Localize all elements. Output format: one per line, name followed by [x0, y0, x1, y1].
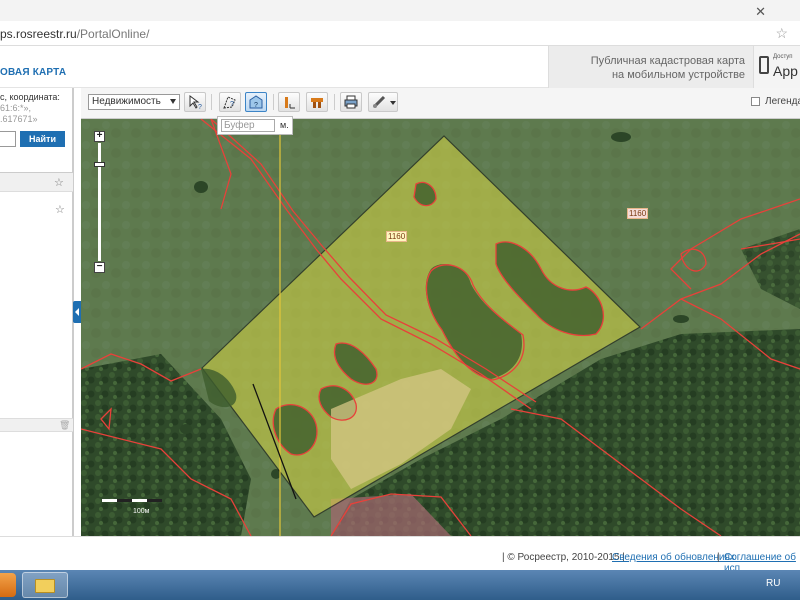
scale-label: 100м [133, 508, 150, 515]
cursor-question-icon: ? [189, 95, 202, 110]
map-toolbar: Недвижимость ? ? ? Легенда [81, 88, 800, 119]
zoom-track[interactable] [98, 143, 101, 261]
site-header: ОВАЯ КАРТА Публичная кадастровая карта н… [0, 46, 800, 88]
mobile-banner-line2: на мобильном устройстве [611, 69, 745, 81]
chevron-down-icon [170, 99, 176, 104]
page-title: ОВАЯ КАРТА [0, 67, 67, 78]
favorite-star-icon[interactable]: ☆ [54, 176, 64, 189]
svg-text:?: ? [254, 102, 258, 109]
favorite-star-icon[interactable]: ☆ [55, 203, 65, 216]
zoom-control: + − [94, 131, 105, 273]
zoom-slider-handle[interactable] [94, 162, 105, 167]
building-tool-button[interactable] [306, 92, 328, 112]
copyright-text: | © Росреестр, 2010-2015 | [502, 552, 625, 563]
collapse-panel-button[interactable] [73, 301, 81, 323]
buffer-input[interactable]: Буфер [221, 119, 275, 132]
svg-text:?: ? [230, 101, 234, 108]
print-button[interactable] [340, 92, 362, 112]
measure-tool-button[interactable] [278, 92, 300, 112]
phone-icon [759, 56, 769, 74]
start-button[interactable] [0, 573, 16, 597]
printer-icon [344, 95, 358, 109]
appstore-small-text: Доступ [773, 54, 793, 60]
appstore-text: App [773, 63, 798, 79]
buffer-popup: Буфер м. [217, 116, 293, 135]
identify-tool-button[interactable]: ? [184, 92, 206, 112]
layer-select-value: Недвижимость [92, 96, 161, 107]
legend-label: Легенда [765, 96, 800, 107]
footer-separator: | [717, 552, 720, 563]
parcel-label[interactable]: 1160 [627, 208, 649, 219]
scale-bar [102, 499, 162, 509]
appstore-badge[interactable]: Доступ App [753, 46, 800, 88]
search-hint-line2: 61:6:*», [0, 103, 32, 113]
folder-icon [35, 579, 55, 593]
mobile-app-banner[interactable]: Публичная кадастровая карта на мобильном… [548, 46, 753, 88]
url-path: /PortalOnline/ [76, 27, 150, 41]
parcel-label[interactable]: 1160 [386, 231, 408, 242]
ruler-icon [285, 97, 295, 109]
buffer-unit: м. [280, 120, 289, 130]
search-button[interactable]: Найти [20, 131, 65, 147]
satellite-map[interactable] [81, 119, 800, 536]
trash-icon[interactable]: 🗑 [59, 420, 70, 431]
bookmark-star-icon[interactable]: ☆ [775, 25, 788, 42]
url-text[interactable]: ps.rosreestr.ru/PortalOnline/ [0, 27, 149, 41]
select-area-tool-button[interactable]: ? [219, 92, 241, 112]
svg-text:?: ? [198, 104, 202, 110]
mobile-banner-line1: Публичная кадастровая карта [590, 55, 745, 67]
lasso-question-icon: ? [223, 96, 236, 109]
legend-checkbox[interactable] [751, 97, 760, 106]
browser-title-bar: ✕ [0, 0, 800, 21]
left-search-panel: с, координата: 61:6:*», .617671» Найти ☆… [0, 88, 73, 536]
page-footer: | © Росреестр, 2010-2015 | Сведения об о… [0, 536, 800, 574]
building-icon [311, 98, 323, 108]
search-hint-line1: с, координата: [0, 92, 60, 102]
buffer-zone-icon: ? [249, 95, 263, 109]
buffer-tool-button[interactable]: ? [245, 92, 267, 112]
explorer-taskbar-button[interactable] [22, 572, 68, 598]
search-hint: с, координата: 61:6:*», .617671» [0, 92, 73, 125]
language-indicator[interactable]: RU [766, 578, 780, 589]
link-icon [372, 95, 396, 109]
zoom-out-button[interactable]: − [94, 262, 105, 273]
url-host: ps.rosreestr.ru [0, 27, 77, 41]
address-bar[interactable]: ps.rosreestr.ru/PortalOnline/ ☆ [0, 21, 800, 46]
os-taskbar: RU [0, 570, 800, 600]
close-window-icon[interactable]: ✕ [755, 4, 766, 20]
layer-select[interactable]: Недвижимость [88, 94, 180, 110]
search-input[interactable] [0, 131, 16, 147]
link-tool-button[interactable] [368, 92, 398, 112]
zoom-in-button[interactable]: + [94, 131, 105, 142]
search-hint-line3: .617671» [0, 114, 38, 124]
map-view[interactable]: 1160 1160 + − 100м [81, 119, 800, 536]
